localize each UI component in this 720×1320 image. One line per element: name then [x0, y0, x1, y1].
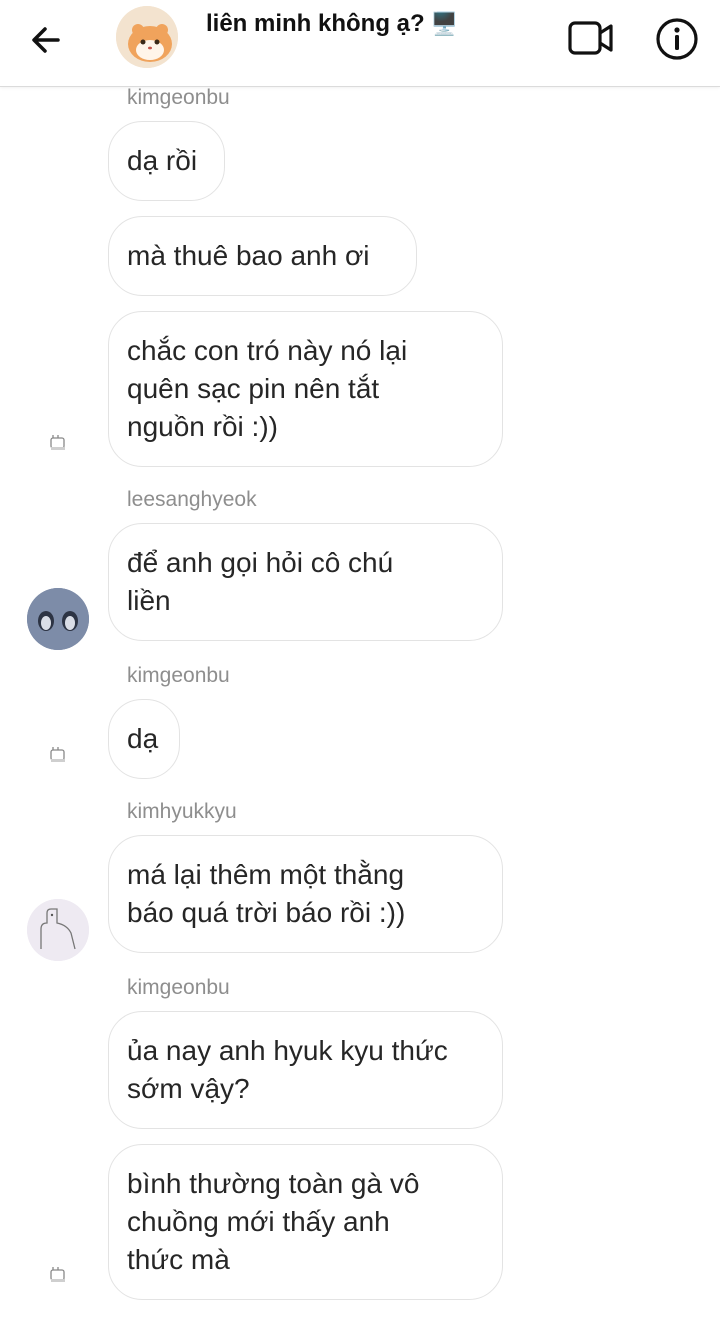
- hamster-avatar-image: [116, 6, 178, 68]
- arrow-left-icon: [32, 27, 60, 53]
- message-bubble[interactable]: mà thuê bao anh ơi: [108, 216, 417, 296]
- video-call-button[interactable]: [566, 16, 616, 60]
- message-bubble[interactable]: má lại thêm một thằng báo quá trời báo r…: [108, 835, 503, 953]
- video-camera-icon: [568, 21, 613, 55]
- message-bubble[interactable]: dạ rồi: [108, 121, 225, 201]
- small-animal-avatar-icon: [50, 435, 65, 450]
- chat-header: liên minh không ạ? 🖥️: [0, 0, 720, 87]
- sender-name: leesanghyeok: [127, 488, 257, 511]
- alpaca-avatar-image: [27, 899, 89, 961]
- small-animal-avatar-icon: [50, 747, 65, 762]
- sender-name: kimgeonbu: [127, 664, 230, 687]
- sender-name: kimhyukkyu: [127, 800, 237, 823]
- conversation-title-text: liên minh không ạ?: [206, 10, 425, 37]
- conversation-title: liên minh không ạ? 🖥️: [206, 10, 458, 38]
- back-button[interactable]: [26, 20, 66, 60]
- desktop-computer-emoji: 🖥️: [430, 11, 459, 36]
- user-avatar[interactable]: [27, 588, 89, 650]
- sender-name: kimgeonbu: [127, 86, 230, 109]
- info-button[interactable]: [654, 16, 700, 62]
- user-avatar[interactable]: [27, 899, 89, 961]
- info-icon: [656, 18, 698, 60]
- message-bubble[interactable]: dạ: [108, 699, 180, 779]
- small-animal-avatar-icon: [50, 1267, 65, 1282]
- message-bubble[interactable]: chắc con tró này nó lại quên sạc pin nên…: [108, 311, 503, 467]
- message-bubble[interactable]: bình thường toàn gà vô chuồng mới thấy a…: [108, 1144, 503, 1300]
- message-bubble[interactable]: ủa nay anh hyuk kyu thức sớm vậy?: [108, 1011, 503, 1129]
- message-bubble[interactable]: để anh gọi hỏi cô chú liền: [108, 523, 503, 641]
- sender-name: kimgeonbu: [127, 976, 230, 999]
- group-avatar[interactable]: [116, 6, 178, 68]
- penguins-avatar-image: [27, 588, 89, 650]
